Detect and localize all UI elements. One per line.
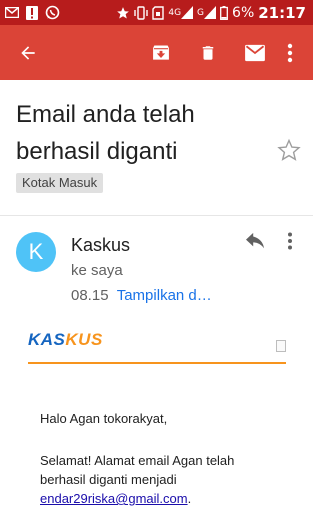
inbox-label-chip[interactable]: Kotak Masuk: [16, 173, 104, 193]
kaskus-logo: KASKUS: [28, 330, 103, 350]
header-divider: [0, 215, 313, 216]
delete-icon: [202, 45, 214, 60]
paragraph-text: Selamat! Alamat email Agan telah berhasi…: [40, 453, 235, 487]
archive-button[interactable]: [146, 25, 176, 80]
reply-icon: [246, 232, 264, 249]
star-button[interactable]: [277, 138, 301, 162]
sender-name[interactable]: Kaskus: [71, 235, 130, 256]
more-vert-icon: [288, 232, 292, 250]
message-time: 08.15: [71, 287, 109, 304]
battery-percent: 6%: [232, 4, 255, 21]
mark-unread-button[interactable]: [239, 25, 271, 80]
more-options-button[interactable]: [280, 25, 300, 80]
delete-button[interactable]: [193, 25, 223, 80]
reply-button[interactable]: [241, 229, 269, 253]
new-email-link[interactable]: endar29riska@gmail.com: [40, 491, 188, 506]
clock: 21:17: [258, 3, 306, 22]
sender-avatar[interactable]: K: [16, 232, 56, 272]
logo-part-1: KAS: [28, 330, 66, 349]
more-vert-icon: [287, 43, 293, 62]
broken-image-icon: [276, 340, 286, 352]
show-details-link[interactable]: Tampilkan d…: [117, 287, 212, 304]
archive-icon: [153, 45, 169, 60]
alert-icon: [26, 5, 38, 20]
app-toolbar: [0, 25, 313, 80]
email-subject: Email anda telah berhasil diganti: [16, 101, 195, 165]
back-arrow-icon: [21, 45, 35, 60]
whatsapp-icon: [45, 5, 60, 20]
greeting-text: Halo Agan tokorakyat,: [40, 411, 168, 426]
status-bar: 4G G 6% 21:17: [0, 0, 313, 25]
signal-4g-icon: 4G: [168, 6, 194, 19]
signal-g-icon: G: [197, 6, 217, 19]
logo-underline: [28, 362, 286, 364]
mark-unread-icon: [245, 44, 265, 61]
message-more-button[interactable]: [279, 229, 301, 253]
battery-icon: [220, 5, 228, 20]
gmail-icon: [5, 7, 19, 18]
recipient-line: ke saya: [71, 262, 123, 279]
star-icon: [116, 6, 130, 20]
logo-part-2: KUS: [65, 330, 103, 349]
vibrate-icon: [134, 5, 149, 20]
change-confirmation-text: Selamat! Alamat email Agan telah berhasi…: [40, 451, 280, 508]
signal-label: G: [197, 7, 205, 18]
paragraph-end: .: [187, 491, 192, 506]
network-label: 4G: [168, 7, 182, 18]
message-meta: 08.15 Tampilkan d…: [71, 287, 212, 304]
back-button[interactable]: [8, 25, 48, 80]
sim-icon: [152, 5, 165, 20]
star-outline-icon: [277, 138, 301, 161]
